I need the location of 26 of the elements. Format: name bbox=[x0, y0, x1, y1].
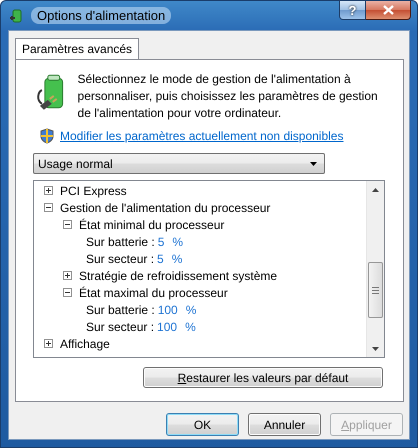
restore-defaults-button[interactable]: Restaurer les valeurs par défaut bbox=[143, 367, 383, 388]
setting-value[interactable]: 5 bbox=[157, 252, 164, 266]
tree-item[interactable]: État minimal du processeur bbox=[79, 218, 224, 232]
dialog-button[interactable]: OK bbox=[166, 413, 239, 436]
setting-value[interactable]: 5 bbox=[158, 234, 164, 248]
setting-label: Sur secteur : bbox=[86, 252, 154, 266]
tab[interactable]: Paramètres avancés bbox=[15, 38, 140, 59]
setting-label: Sur batterie : bbox=[86, 302, 155, 316]
unit-label: % bbox=[185, 320, 196, 334]
description-text: Sélectionnez le mode de gestion de l'alimentation à personnaliser, puis choisissez les paramètres de gestion de l'alimentation pour votre ordinateur. bbox=[78, 71, 379, 122]
plan-dropdown[interactable]: Usage normal bbox=[33, 153, 325, 174]
setting-value[interactable]: 100 bbox=[157, 320, 178, 334]
settings-link[interactable]: Modifier les paramètres actuellement non disponibles bbox=[60, 129, 344, 143]
tree-item[interactable]: État maximal du processeur bbox=[79, 286, 228, 300]
setting-label: Sur batterie : bbox=[86, 234, 155, 248]
tree-item[interactable]: Gestion de l'alimentation du processeur bbox=[60, 200, 270, 214]
tree-item[interactable]: PCI Express bbox=[60, 184, 127, 198]
window-title: Options d'alimentation bbox=[31, 7, 172, 24]
tree-item[interactable]: Affichage bbox=[60, 336, 110, 350]
setting-label: Sur secteur : bbox=[86, 320, 154, 334]
tree-item[interactable]: Stratégie de refroidissement système bbox=[79, 268, 278, 282]
unit-label: % bbox=[186, 302, 196, 316]
dialog-button[interactable]: Annuler bbox=[248, 413, 321, 436]
setting-value[interactable]: 100 bbox=[158, 302, 178, 316]
unit-label: % bbox=[172, 234, 184, 248]
unit-label: % bbox=[172, 252, 182, 266]
